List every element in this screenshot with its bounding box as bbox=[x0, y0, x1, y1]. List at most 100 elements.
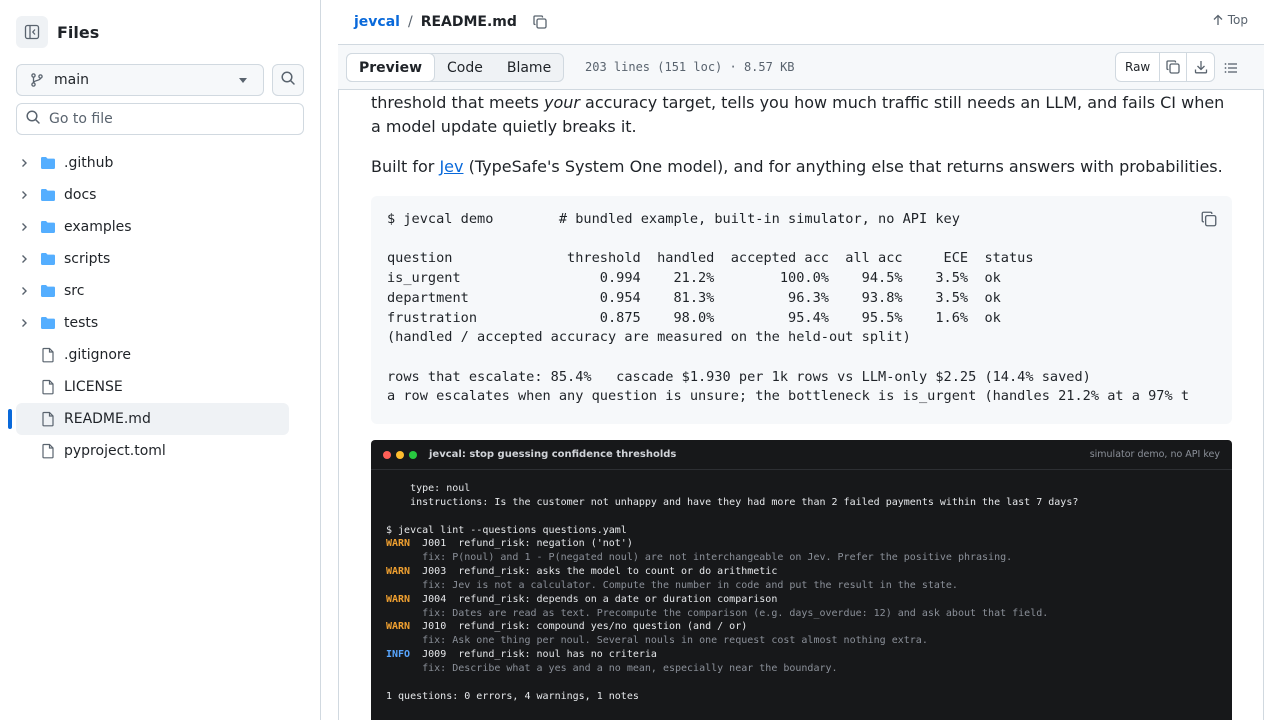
file-toolbar: Preview Code Blame 203 lines (151 loc) · 8… bbox=[338, 45, 1264, 90]
search-button[interactable] bbox=[272, 64, 304, 96]
search-icon bbox=[280, 70, 296, 90]
tree-item-label: examples bbox=[64, 219, 132, 235]
info-tag: INFO bbox=[386, 649, 411, 661]
file-actions-group: Raw bbox=[1115, 52, 1216, 82]
view-mode-tabs: Preview Code Blame bbox=[346, 53, 565, 82]
tab-preview[interactable]: Preview bbox=[346, 53, 436, 82]
file-meta: 203 lines (151 loc) · 8.57 KB bbox=[585, 60, 795, 74]
tree-item-pyproject-toml[interactable]: pyproject.toml bbox=[16, 435, 289, 467]
terminal-line-text: instructions: Is the customer not unhapp… bbox=[386, 496, 1079, 508]
terminal-line-text: type: noul bbox=[386, 483, 471, 494]
raw-button[interactable]: Raw bbox=[1116, 53, 1161, 81]
folder-icon bbox=[40, 283, 56, 299]
tree-item-label: tests bbox=[64, 315, 99, 331]
branch-select-button[interactable]: main bbox=[16, 64, 264, 96]
tree-item-tests[interactable]: tests bbox=[16, 307, 289, 339]
file-header: jevcal / README.md Top bbox=[338, 0, 1264, 45]
download-button[interactable] bbox=[1187, 53, 1214, 81]
tree-item-readme-md[interactable]: README.md bbox=[8, 403, 289, 435]
terminal-line: fix: P(noul) and 1 - P(negated noul) are… bbox=[386, 551, 1078, 565]
outline-button[interactable] bbox=[1221, 58, 1241, 78]
chevron-right-icon[interactable] bbox=[16, 219, 32, 235]
sidebar-collapse-icon[interactable] bbox=[16, 16, 48, 48]
terminal-line-text: fix: Ask one thing per noul. Several nou… bbox=[386, 635, 928, 647]
terminal-line-text: J004 refund_risk: depends on a date or d… bbox=[410, 593, 778, 605]
tree-item-src[interactable]: src bbox=[16, 275, 289, 307]
tree-item-examples[interactable]: examples bbox=[16, 211, 289, 243]
terminal-line-text: J010 refund_risk: compound yes/no questi… bbox=[410, 621, 748, 633]
file-icon bbox=[40, 443, 56, 459]
terminal-title-bar: jevcal: stop guessing confidence thresho… bbox=[371, 440, 1232, 470]
sidebar-title: Files bbox=[57, 22, 100, 42]
terminal-line: 1 questions: 0 errors, 4 warnings, 1 not… bbox=[386, 690, 1078, 704]
warn-tag: WARN bbox=[386, 566, 411, 578]
readme-prose: threshold that meets your accuracy targe… bbox=[371, 90, 1233, 179]
text-run: (TypeSafe's System One model), and for a… bbox=[463, 157, 1223, 176]
branch-name: main bbox=[54, 72, 89, 88]
terminal-line: $ jevcal lint --questions questions.yaml bbox=[386, 524, 1078, 538]
folder-icon bbox=[40, 315, 56, 331]
top-link[interactable]: Top bbox=[1212, 13, 1248, 27]
tree-item-label: pyproject.toml bbox=[64, 443, 166, 459]
terminal-line bbox=[386, 510, 1078, 524]
terminal-line-text: 1 questions: 0 errors, 4 warnings, 1 not… bbox=[386, 690, 639, 702]
terminal-line-text: $ jevcal lint --questions questions.yaml bbox=[386, 524, 627, 536]
tree-item-label: src bbox=[64, 283, 85, 299]
window-minimize-dot bbox=[396, 450, 404, 459]
tree-item-label: scripts bbox=[64, 251, 111, 267]
text-run: Built for bbox=[371, 157, 440, 176]
folder-icon bbox=[40, 251, 56, 267]
warn-tag: WARN bbox=[386, 538, 411, 550]
tree-item-gitignore[interactable]: .gitignore bbox=[16, 339, 289, 371]
warn-tag: WARN bbox=[386, 621, 411, 633]
tab-code[interactable]: Code bbox=[435, 54, 495, 81]
copy-icon bbox=[1166, 60, 1180, 74]
tree-item-github[interactable]: .github bbox=[16, 147, 289, 179]
tree-item-docs[interactable]: docs bbox=[16, 179, 289, 211]
file-tree: .github docs examples scripts src tests .gitig… bbox=[0, 147, 321, 467]
tree-item-label: .gitignore bbox=[64, 347, 131, 363]
chevron-right-icon[interactable] bbox=[16, 187, 32, 203]
terminal-screenshot: jevcal: stop guessing confidence thresho… bbox=[371, 440, 1232, 720]
tree-item-label: .github bbox=[64, 155, 114, 171]
copy-raw-button[interactable] bbox=[1160, 53, 1188, 81]
terminal-subtitle: simulator demo, no API key bbox=[1089, 449, 1220, 460]
terminal-line: instructions: Is the customer not unhapp… bbox=[386, 496, 1078, 510]
tree-item-scripts[interactable]: scripts bbox=[16, 243, 289, 275]
chevron-right-icon[interactable] bbox=[16, 251, 32, 267]
readme-content: threshold that meets your accuracy targe… bbox=[338, 90, 1264, 720]
text-run: threshold that meets bbox=[371, 93, 544, 112]
file-icon bbox=[40, 379, 56, 395]
tree-item-label: README.md bbox=[64, 411, 151, 427]
go-to-file-field[interactable] bbox=[16, 103, 304, 135]
breadcrumb-file-name: README.md bbox=[420, 14, 517, 30]
tree-item-label: LICENSE bbox=[64, 379, 123, 395]
terminal-output: type: noul instructions: Is the customer… bbox=[386, 482, 1078, 704]
copy-path-icon[interactable] bbox=[530, 12, 550, 32]
terminal-line-text: fix: Dates are read as text. Precompute … bbox=[386, 607, 1049, 619]
breadcrumb-repo-link[interactable]: jevcal bbox=[354, 14, 400, 30]
tree-item-license[interactable]: LICENSE bbox=[16, 371, 289, 403]
go-to-file-input[interactable] bbox=[49, 111, 289, 127]
terminal-line: INFO J009 refund_risk: noul has no crite… bbox=[386, 648, 1078, 662]
copy-icon[interactable] bbox=[1200, 210, 1218, 228]
chevron-right-icon[interactable] bbox=[16, 315, 32, 331]
terminal-line: fix: Jev is not a calculator. Compute th… bbox=[386, 579, 1078, 593]
terminal-line-text: J003 refund_risk: asks the model to coun… bbox=[410, 566, 778, 578]
chevron-right-icon[interactable] bbox=[16, 155, 32, 171]
terminal-line: WARN J001 refund_risk: negation ('not') bbox=[386, 537, 1078, 551]
folder-icon bbox=[40, 219, 56, 235]
terminal-title: jevcal: stop guessing confidence thresho… bbox=[429, 449, 677, 460]
breadcrumb-separator: / bbox=[407, 14, 413, 30]
jev-link[interactable]: Jev bbox=[439, 157, 463, 176]
terminal-line bbox=[386, 676, 1078, 690]
arrow-up-icon bbox=[1213, 14, 1223, 25]
sidebar-header: Files bbox=[16, 16, 99, 48]
chevron-right-icon[interactable] bbox=[16, 283, 32, 299]
download-icon bbox=[1194, 61, 1207, 74]
readme-paragraph: Built for Jev (TypeSafe's System One mod… bbox=[371, 155, 1233, 179]
folder-icon bbox=[40, 187, 56, 203]
emphasis: your bbox=[543, 93, 580, 112]
git-branch-icon bbox=[29, 72, 45, 88]
tab-blame[interactable]: Blame bbox=[495, 54, 563, 81]
